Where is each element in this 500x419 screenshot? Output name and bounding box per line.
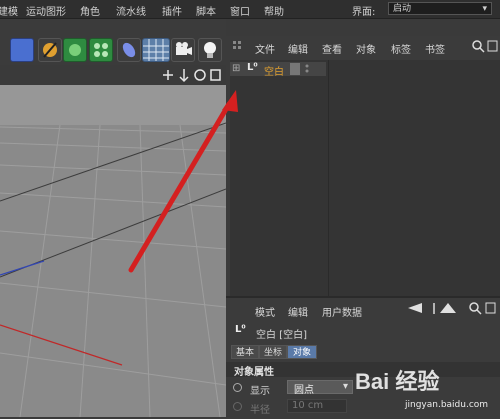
annotation-arrow: [128, 90, 238, 273]
